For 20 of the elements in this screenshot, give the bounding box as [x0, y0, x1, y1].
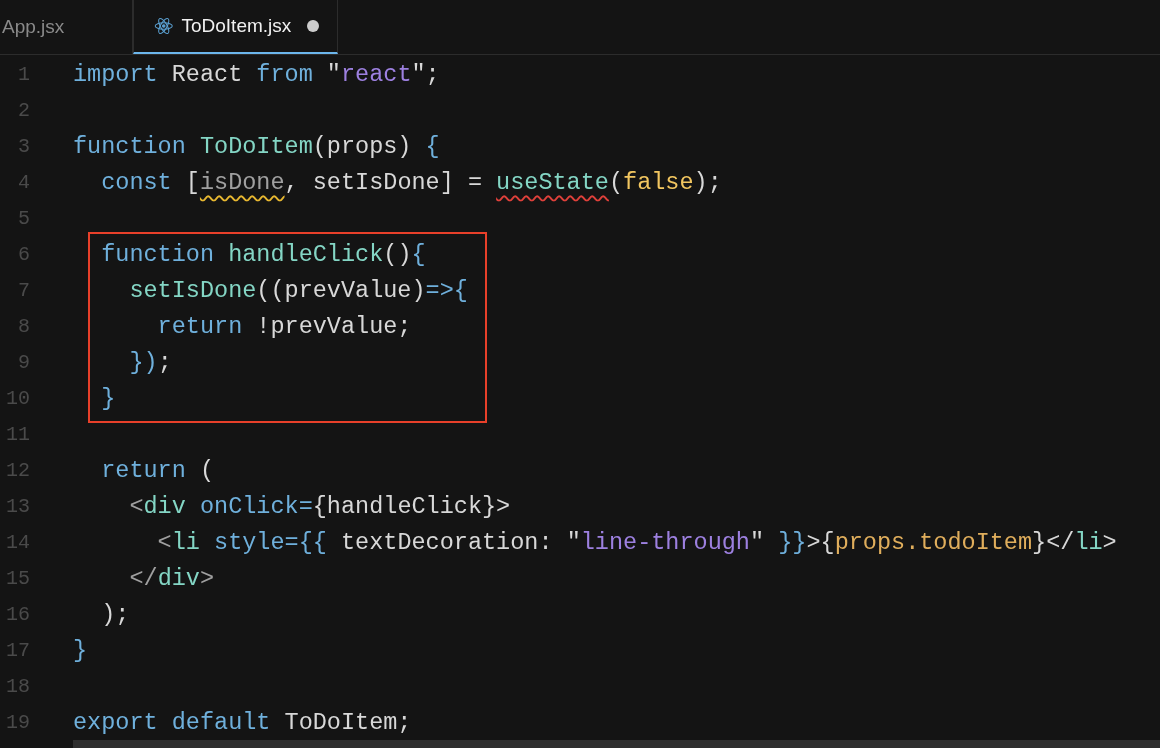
- code-line: }: [100, 384, 116, 412]
- unsaved-dot-icon: [307, 20, 319, 32]
- code-line: </div>: [128, 564, 215, 592]
- code-line: );: [100, 600, 130, 628]
- code-line: }: [73, 636, 88, 664]
- code-line: <div onClick={handleClick}>: [128, 492, 511, 520]
- code-line: export default ToDoItem;: [73, 708, 412, 736]
- code-line: return (: [100, 456, 215, 484]
- atom-icon: [154, 16, 174, 36]
- code-line: function ToDoItem(props) {: [73, 132, 440, 160]
- horizontal-scrollbar[interactable]: [73, 740, 1160, 748]
- code-line: setIsDone((prevValue)=>{: [128, 276, 468, 304]
- code-line: return !prevValue;: [156, 312, 412, 340]
- code-line: function handleClick(){: [100, 240, 426, 268]
- code-line: import React from "react";: [73, 60, 440, 88]
- code-line: });: [128, 348, 172, 376]
- editor-tab[interactable]: ToDoItem.jsx: [133, 0, 338, 54]
- editor-tab[interactable]: App.jsx: [0, 0, 133, 54]
- code-line: const [isDone, setIsDone] = useState(false);: [100, 168, 722, 196]
- code-line: <li style={{ textDecoration: "line-through" }}>{props.todoItem}</li>: [156, 528, 1117, 556]
